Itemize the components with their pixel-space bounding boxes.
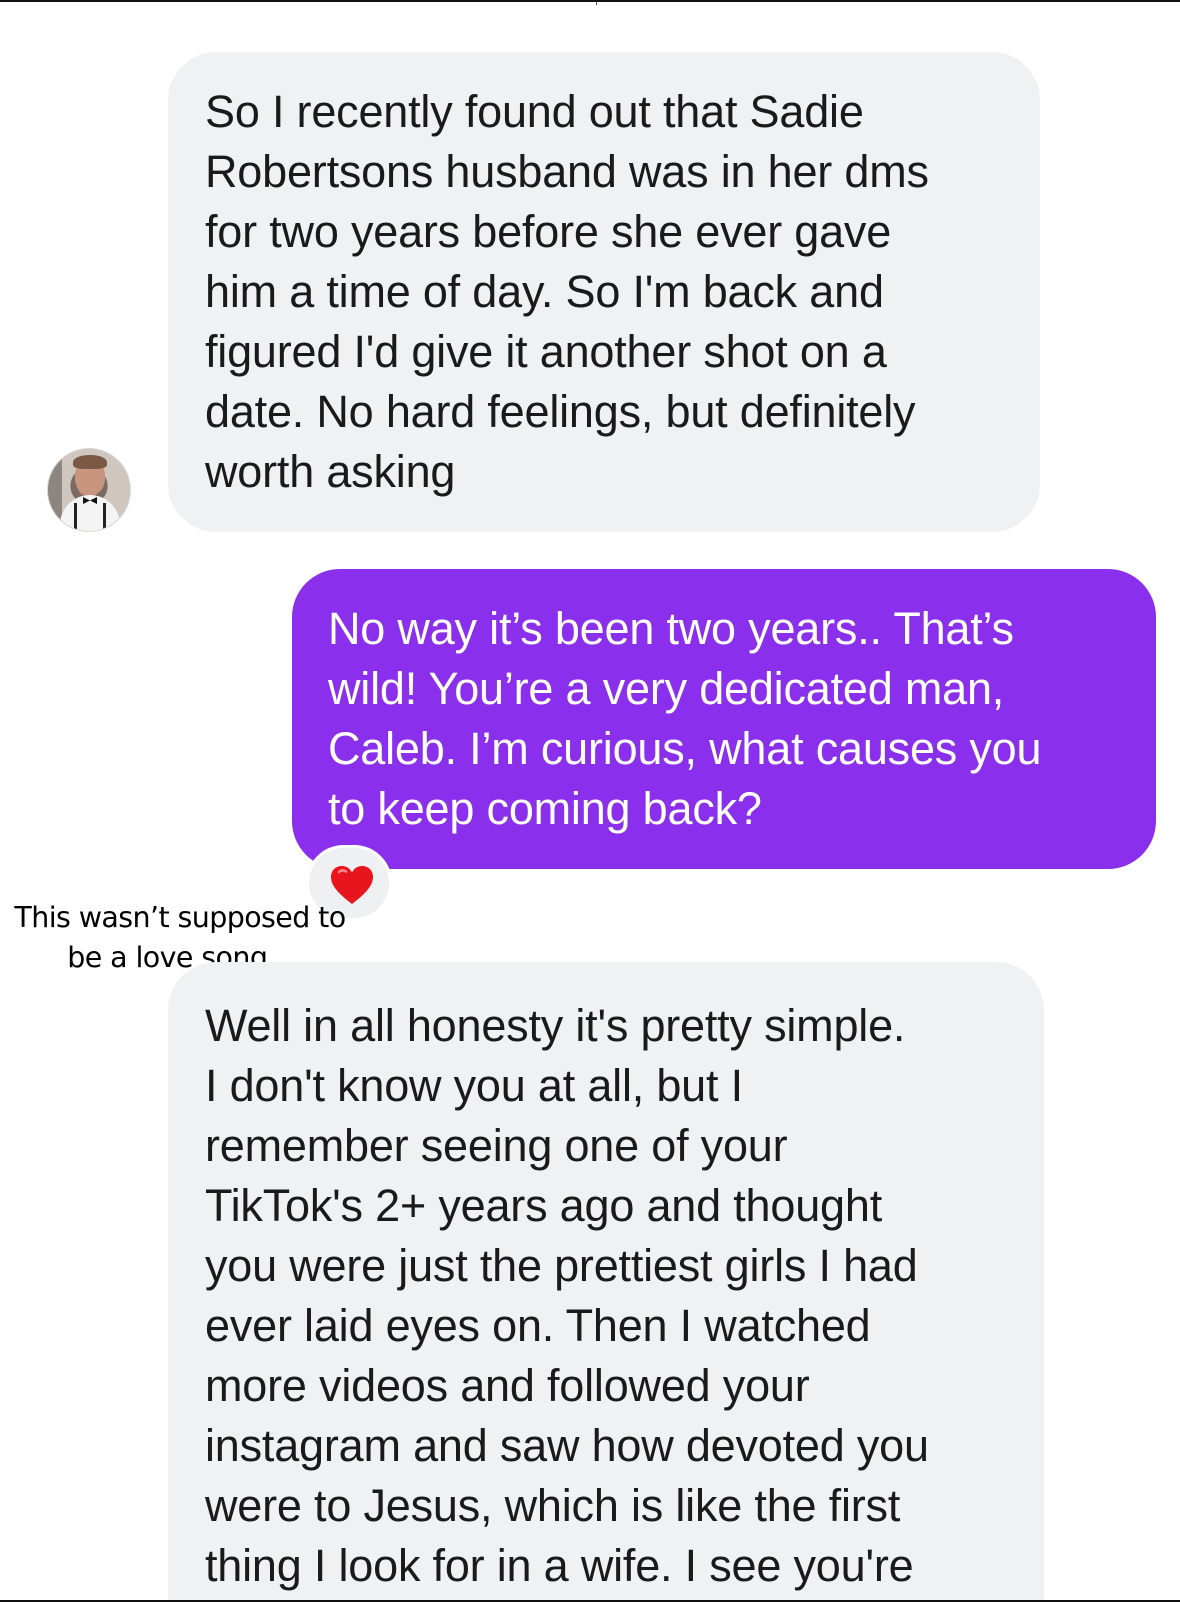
message-text-line: him a time of day. So I'm back and bbox=[205, 266, 884, 317]
message-text-line: instagram and saw how devoted you bbox=[205, 1420, 929, 1471]
message-text-line: No way it’s been two years.. That’s bbox=[328, 603, 1014, 654]
incoming-message-bubble[interactable]: So I recently found out that Sadie Rober… bbox=[168, 52, 1040, 532]
message-text-line: TikTok's 2+ years ago and thought bbox=[205, 1180, 882, 1231]
message-text-line: for two years before she ever gave bbox=[205, 206, 892, 257]
message-text-line: ever laid eyes on. Then I watched bbox=[205, 1300, 871, 1351]
incoming-message-bubble[interactable]: Well in all honesty it's pretty simple. … bbox=[168, 962, 1044, 1602]
message-text-line: Robertsons husband was in her dms bbox=[205, 146, 929, 197]
message-text-line: to keep coming back? bbox=[328, 783, 762, 834]
message-text-line: date. No hard feelings, but definitely bbox=[205, 386, 916, 437]
message-text-line: more videos and followed your bbox=[205, 1360, 810, 1411]
message-text-line: Well in all honesty it's pretty simple. bbox=[205, 1000, 906, 1051]
outgoing-message-bubble[interactable]: No way it’s been two years.. That’s wild… bbox=[292, 569, 1156, 869]
avatar-suspender bbox=[74, 503, 77, 531]
top-tick-mark bbox=[596, 2, 597, 5]
message-text-line: wild! You’re a very dedicated man, bbox=[328, 663, 1005, 714]
message-text-line: Caleb. I’m curious, what causes you bbox=[328, 723, 1042, 774]
message-text-line: were to Jesus, which is like the first bbox=[205, 1480, 901, 1531]
message-text-line: remember seeing one of your bbox=[205, 1120, 788, 1171]
message-text-line: I don't know you at all, but I bbox=[205, 1060, 743, 1111]
caption-line: This wasn’t supposed to bbox=[14, 901, 346, 934]
top-border bbox=[0, 0, 1180, 2]
avatar-suspender bbox=[103, 503, 106, 531]
message-text-line: thing I look for in a wife. I see you're bbox=[205, 1540, 914, 1591]
message-text-line: you were just the prettiest girls I had bbox=[205, 1240, 918, 1291]
message-text-line: So I recently found out that Sadie bbox=[205, 86, 864, 137]
avatar-hair bbox=[73, 455, 107, 469]
message-text-line: worth asking bbox=[205, 446, 456, 497]
avatar-shirt bbox=[60, 495, 120, 531]
message-text-line: figured I'd give it another shot on a bbox=[205, 326, 887, 377]
contact-avatar[interactable] bbox=[47, 448, 131, 532]
